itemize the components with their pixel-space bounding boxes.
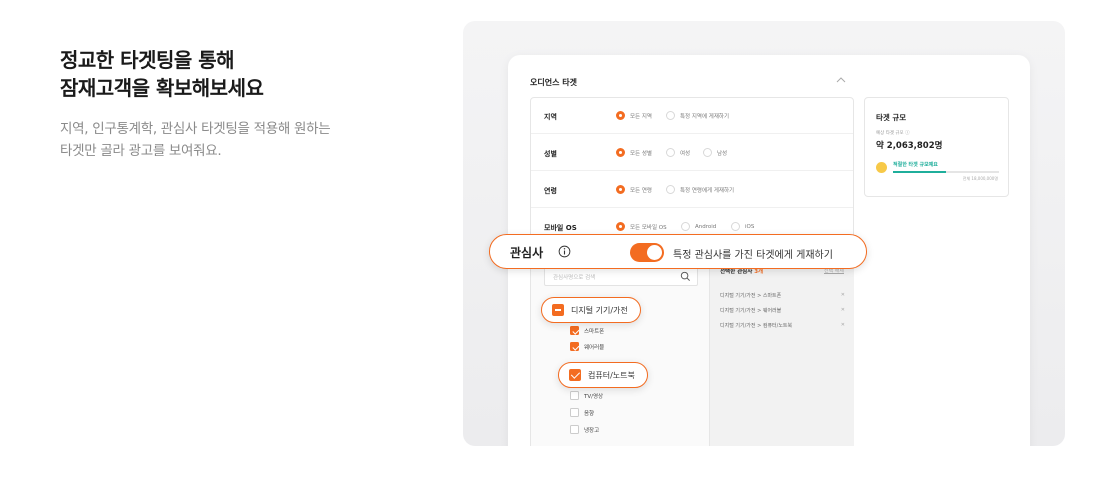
- radio-icon: [703, 148, 712, 157]
- interest-item-wearable[interactable]: 웨어러블: [570, 342, 604, 351]
- category-checkbox-callout[interactable]: 디지털 기기/가전: [541, 297, 641, 323]
- selected-interests: 선택한 관심사 3개 선택 해제 디지털 기기/가전 > 스마트폰 ✕ 디지털 기…: [709, 258, 854, 446]
- chevron-up-icon[interactable]: [834, 73, 848, 87]
- target-size-bar-fill: [893, 171, 946, 173]
- smile-emoji-icon: [876, 162, 887, 173]
- target-size-status: 적절한 타겟 규모예요: [893, 162, 938, 168]
- row-label: 연령: [544, 187, 557, 195]
- interest-item-smartphone[interactable]: 스마트폰: [570, 326, 604, 335]
- interest-toggle-text: 특정 관심사를 가진 타겟에게 게재하기: [673, 250, 833, 261]
- targeting-settings: 지역 모든 지역 특정 지역에 게재하기 성별 모든 성별 여성 남성 연령 모…: [530, 97, 854, 247]
- option-label: Android: [695, 223, 717, 230]
- selected-item-label: 디지털 기기/가전 > 컴퓨터/노트북: [720, 323, 793, 329]
- target-size-card: 타겟 규모 예상 타겟 규모 ⓘ 약 2,063,802명 적절한 타겟 규모예…: [864, 97, 1009, 197]
- selected-item: 디지털 기기/가전 > 웨어러블 ✕: [720, 307, 845, 314]
- radio-android[interactable]: Android: [681, 222, 716, 231]
- radio-specific-region[interactable]: 특정 지역에 게재하기: [666, 111, 729, 120]
- checkbox-icon: [570, 425, 579, 434]
- target-size-value: 약 2,063,802명: [876, 141, 943, 151]
- row-gender: 성별 모든 성별 여성 남성: [531, 135, 853, 171]
- checkbox-checked-icon: [570, 342, 579, 351]
- selected-item: 디지털 기기/가전 > 스마트폰 ✕: [720, 292, 845, 299]
- radio-selected-icon: [616, 111, 625, 120]
- radio-selected-icon: [616, 222, 625, 231]
- option-label: 모든 모바일 OS: [630, 224, 667, 231]
- hero-desc-line1: 지역, 인구통계학, 관심사 타겟팅을 적용해 원하는: [60, 121, 331, 137]
- option-label: 모든 성별: [630, 150, 652, 157]
- interest-item-label: TV/영상: [584, 393, 604, 400]
- interest-item-label: 스마트폰: [584, 328, 605, 335]
- row-label: 성별: [544, 150, 557, 158]
- close-icon[interactable]: ✕: [841, 307, 845, 313]
- interest-item-fridge[interactable]: 냉장고: [570, 425, 599, 434]
- interest-search-input[interactable]: 관심사명으로 검색: [544, 266, 698, 286]
- row-label: 지역: [544, 113, 557, 121]
- radio-all-gender[interactable]: 모든 성별: [616, 148, 652, 157]
- radio-male[interactable]: 남성: [703, 148, 727, 157]
- hero-description: 지역, 인구통계학, 관심사 타겟팅을 적용해 원하는 타겟만 골라 광고를 보…: [60, 118, 331, 162]
- selected-count: 3개: [754, 269, 764, 275]
- target-size-subtitle: 예상 타겟 규모 ⓘ: [876, 131, 910, 136]
- option-label: 남성: [717, 150, 728, 157]
- target-size-title: 타겟 규모: [876, 113, 907, 122]
- hero-title: 정교한 타겟팅을 통해 잠재고객을 확보해보세요: [60, 46, 264, 102]
- radio-icon: [666, 185, 675, 194]
- interest-item-audio[interactable]: 음향: [570, 408, 594, 417]
- radio-all-age[interactable]: 모든 연령: [616, 185, 652, 194]
- interest-item-label: 음향: [584, 410, 595, 417]
- interest-item-tv[interactable]: TV/영상: [570, 391, 603, 400]
- checkbox-checked-icon: [569, 369, 581, 381]
- selected-title-text: 선택한 관심사: [720, 269, 753, 275]
- interest-item-label: 웨어러블: [584, 344, 605, 351]
- interest-area: 관심사명으로 검색 스마트폰 웨어러블 TV/영상 음향 냉장고 선택한 관심사…: [530, 257, 854, 446]
- computer-checkbox-callout[interactable]: 컴퓨터/노트북: [558, 362, 648, 388]
- option-label: 특정 연령에게 게재하기: [680, 187, 735, 194]
- option-label: 모든 연령: [630, 187, 652, 194]
- row-label: 모바일 OS: [544, 224, 577, 232]
- radio-all-os[interactable]: 모든 모바일 OS: [616, 222, 667, 231]
- checkbox-icon: [570, 391, 579, 400]
- info-icon[interactable]: [558, 245, 571, 258]
- row-age: 연령 모든 연령 특정 연령에게 게재하기: [531, 172, 853, 208]
- interest-label: 관심사: [510, 246, 544, 260]
- radio-specific-age[interactable]: 특정 연령에게 게재하기: [666, 185, 734, 194]
- search-placeholder: 관심사명으로 검색: [553, 275, 596, 281]
- hero-desc-line2: 타겟만 골라 광고를 보여줘요.: [60, 143, 222, 159]
- category-label: 디지털 기기/가전: [571, 305, 628, 315]
- radio-icon: [666, 111, 675, 120]
- hero-title-line1: 정교한 타겟팅을 통해: [60, 48, 235, 72]
- radio-selected-icon: [616, 148, 625, 157]
- interest-toggle-callout: 관심사 특정 관심사를 가진 타겟에게 게재하기: [489, 234, 867, 269]
- computer-label: 컴퓨터/노트북: [588, 370, 635, 380]
- checkbox-checked-icon: [570, 326, 579, 335]
- target-size-bar: [893, 171, 999, 173]
- radio-icon: [681, 222, 690, 231]
- option-label: iOS: [745, 223, 755, 230]
- option-label: 여성: [680, 150, 691, 157]
- checkbox-icon: [570, 408, 579, 417]
- radio-ios[interactable]: iOS: [731, 222, 754, 231]
- hero-title-line2: 잠재고객을 확보해보세요: [60, 76, 264, 100]
- toggle-knob: [647, 245, 662, 260]
- radio-all-region[interactable]: 모든 지역: [616, 111, 652, 120]
- panel-title: 오디언스 타겟: [530, 78, 577, 87]
- radio-icon: [666, 148, 675, 157]
- close-icon[interactable]: ✕: [841, 292, 845, 298]
- checkbox-indeterminate-icon: [552, 304, 564, 316]
- radio-selected-icon: [616, 185, 625, 194]
- selected-item-label: 디지털 기기/가전 > 웨어러블: [720, 308, 782, 314]
- close-icon[interactable]: ✕: [841, 322, 845, 328]
- search-icon[interactable]: [680, 271, 691, 282]
- radio-icon: [731, 222, 740, 231]
- selected-item: 디지털 기기/가전 > 컴퓨터/노트북 ✕: [720, 322, 845, 329]
- radio-female[interactable]: 여성: [666, 148, 690, 157]
- interest-toggle[interactable]: [630, 243, 664, 262]
- option-label: 특정 지역에 게재하기: [680, 113, 730, 120]
- option-label: 모든 지역: [630, 113, 652, 120]
- interest-item-label: 냉장고: [584, 427, 600, 434]
- selected-item-label: 디지털 기기/가전 > 스마트폰: [720, 293, 782, 299]
- target-size-total: 전체 18,000,000명: [962, 176, 998, 181]
- row-region: 지역 모든 지역 특정 지역에 게재하기: [531, 98, 853, 134]
